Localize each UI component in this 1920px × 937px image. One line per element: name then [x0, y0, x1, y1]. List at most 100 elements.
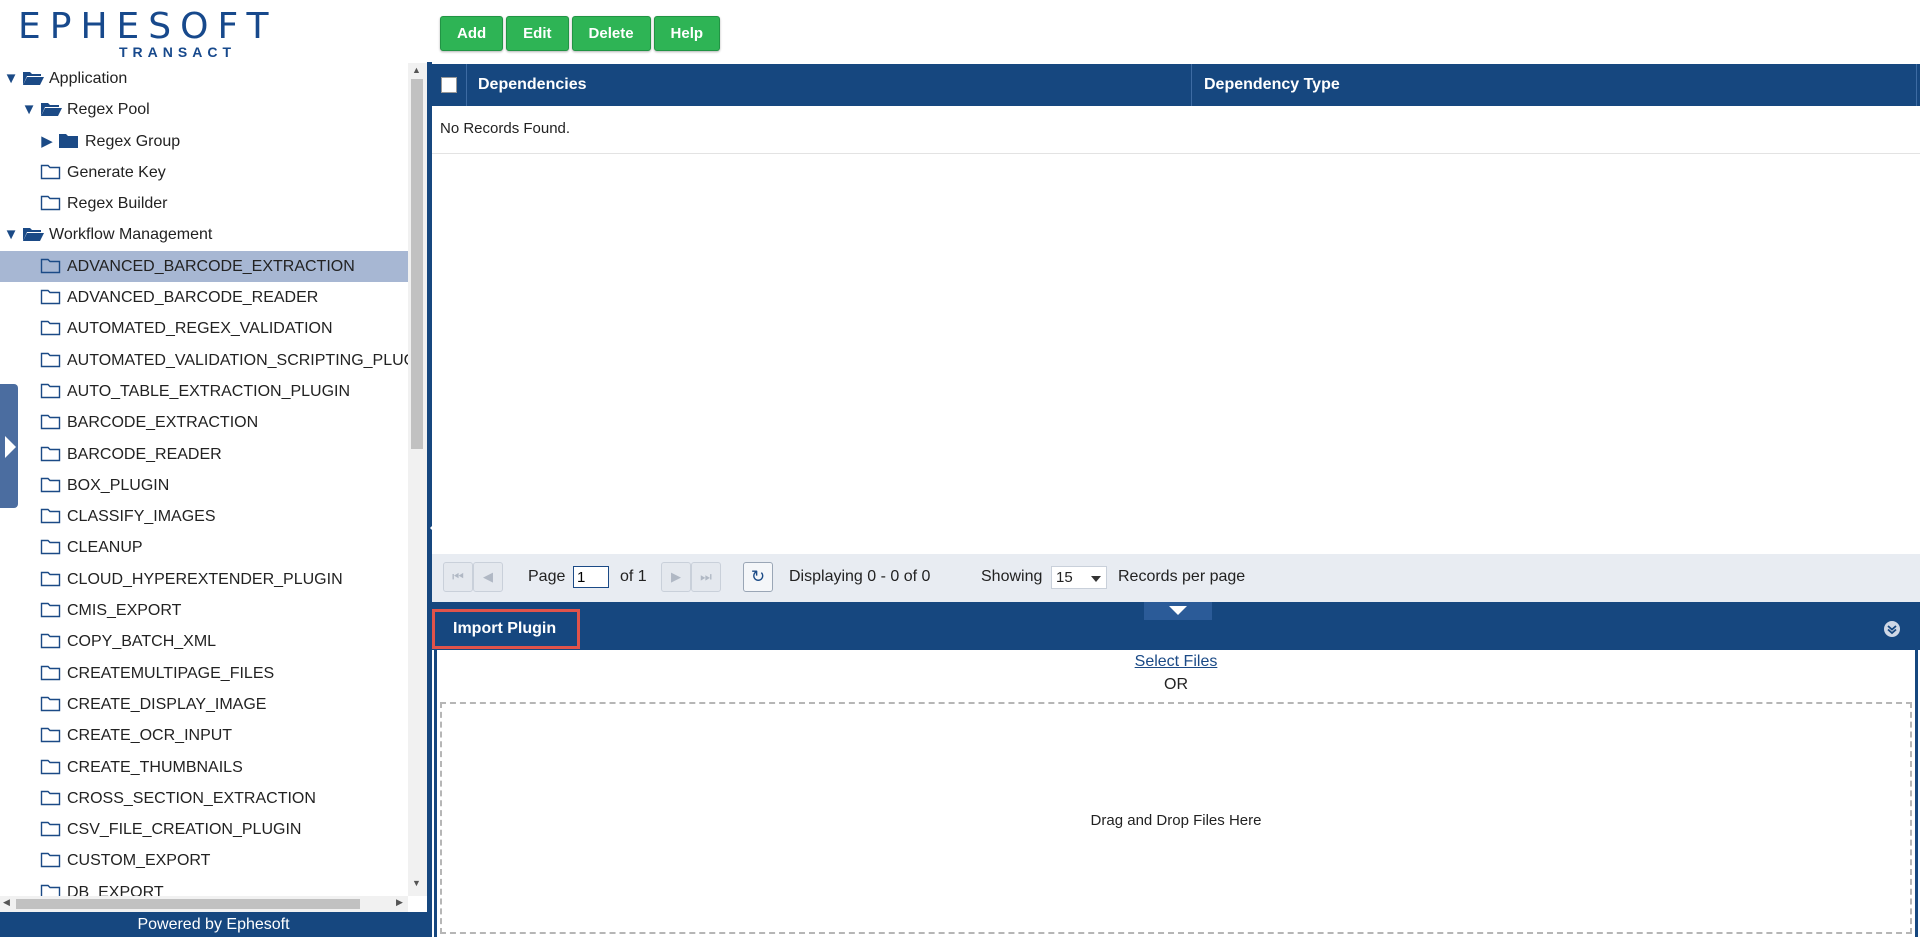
tree-item-label: Regex Group [85, 132, 181, 150]
folder-open-icon [22, 70, 44, 86]
horizontal-scroll-thumb[interactable] [16, 899, 360, 909]
column-resize-handle[interactable] [1191, 64, 1192, 106]
tree-item[interactable]: CUSTOM_EXPORT [0, 845, 408, 876]
dropdown-caret-icon [1091, 576, 1101, 582]
tree-item[interactable]: CREATE_DISPLAY_IMAGE [0, 689, 408, 720]
tree-item[interactable]: CLOUD_HYPEREXTENDER_PLUGIN [0, 564, 408, 595]
column-header-dependencies[interactable]: Dependencies [478, 76, 586, 94]
collapse-panel-icon[interactable] [1884, 621, 1900, 637]
tree-item[interactable]: ▶ Regex Group [0, 126, 408, 157]
records-per-page-select[interactable]: 15 [1051, 566, 1107, 589]
action-toolbar: Add Edit Delete Help [440, 16, 723, 52]
folder-outline-icon [40, 414, 62, 430]
tree-item[interactable]: AUTOMATED_REGEX_VALIDATION [0, 313, 408, 344]
tree-item[interactable]: AUTOMATED_VALIDATION_SCRIPTING_PLUGIN [0, 345, 408, 376]
tree-item-label: CLASSIFY_IMAGES [67, 508, 216, 526]
tree-item-label: CREATE_THUMBNAILS [67, 758, 243, 776]
tree-item-label: CMIS_EXPORT [67, 602, 182, 620]
triangle-down-icon[interactable]: ▼ [21, 94, 37, 125]
tree-item[interactable]: Regex Builder [0, 188, 408, 219]
navigation-tree: ▼ Application ▼ Regex Pool ▶ Regex Group Gener… [0, 63, 408, 896]
tree-item[interactable]: BARCODE_READER [0, 439, 408, 470]
tree-horizontal-scrollbar[interactable]: ◀ ▶ [0, 896, 408, 912]
next-page-button[interactable]: ▶ [661, 562, 691, 592]
triangle-down-icon[interactable]: ▼ [3, 219, 19, 250]
select-all-checkbox[interactable] [441, 77, 457, 93]
refresh-icon: ↻ [750, 567, 766, 586]
tree-item[interactable]: Generate Key [0, 157, 408, 188]
tree-item[interactable]: CMIS_EXPORT [0, 595, 408, 626]
tree-item[interactable]: ADVANCED_BARCODE_EXTRACTION [0, 250, 408, 283]
scroll-right-icon[interactable]: ▶ [396, 897, 403, 908]
prev-page-button[interactable]: ◀ [473, 562, 503, 592]
tree-item[interactable]: CLASSIFY_IMAGES [0, 501, 408, 532]
select-all-cell [432, 64, 467, 106]
triangle-down-icon [1169, 606, 1187, 615]
folder-open-icon [40, 101, 62, 117]
logo-sub: TRANSACT [119, 44, 236, 60]
tree-item-label: ADVANCED_BARCODE_READER [67, 289, 319, 307]
folder-outline-icon [40, 696, 62, 712]
tree-item[interactable]: CSV_FILE_CREATION_PLUGIN [0, 814, 408, 845]
help-button[interactable]: Help [653, 16, 721, 51]
tree-item[interactable]: CLEANUP [0, 532, 408, 563]
delete-button[interactable]: Delete [571, 16, 651, 51]
tree-item-label: CROSS_SECTION_EXTRACTION [67, 789, 316, 807]
records-per-page-label: Records per page [1118, 568, 1246, 585]
refresh-button[interactable]: ↻ [743, 562, 773, 592]
tree-item[interactable]: BARCODE_EXTRACTION [0, 407, 408, 438]
folder-outline-icon [40, 602, 62, 618]
last-page-icon: ⏭ [700, 569, 712, 584]
tree-vertical-scrollbar[interactable]: ▲ ▼ [408, 63, 427, 896]
edit-button[interactable]: Edit [506, 16, 569, 51]
last-page-button[interactable]: ⏭ [691, 562, 721, 592]
tree-item-label: CLOUD_HYPEREXTENDER_PLUGIN [67, 570, 343, 588]
tree-item[interactable]: CREATE_OCR_INPUT [0, 720, 408, 751]
next-page-icon: ▶ [671, 569, 681, 584]
vertical-scroll-thumb[interactable] [411, 79, 423, 449]
side-expand-handle[interactable] [0, 384, 18, 508]
tree-item[interactable]: ▼ Regex Pool [0, 94, 408, 125]
tree-item-label: Workflow Management [49, 226, 213, 244]
tree-item-label: CLEANUP [67, 539, 143, 557]
tree-item[interactable]: CREATEMULTIPAGE_FILES [0, 658, 408, 689]
tree-item[interactable]: ▼ Application [0, 63, 408, 94]
first-page-button[interactable]: ⏮ [443, 562, 473, 592]
file-drop-zone[interactable]: Drag and Drop Files Here [440, 702, 1912, 934]
folder-outline-icon [40, 759, 62, 775]
scroll-down-icon[interactable]: ▼ [412, 878, 421, 888]
tree-item-label: CREATEMULTIPAGE_FILES [67, 664, 275, 682]
page-number-input[interactable] [573, 566, 609, 588]
tree-item-label: COPY_BATCH_XML [67, 633, 217, 651]
scroll-left-icon[interactable]: ◀ [3, 897, 10, 908]
scroll-up-icon[interactable]: ▲ [412, 65, 421, 75]
triangle-down-icon[interactable]: ▼ [3, 63, 19, 94]
folder-outline-icon [40, 352, 62, 368]
tree-item[interactable]: ADVANCED_BARCODE_READER [0, 282, 408, 313]
column-resize-handle[interactable] [1916, 64, 1917, 106]
tree-item-label: Generate Key [67, 163, 166, 181]
folder-outline-icon [40, 320, 62, 336]
tree-item[interactable]: CREATE_THUMBNAILS [0, 752, 408, 783]
add-button[interactable]: Add [440, 16, 504, 51]
tree-item[interactable]: BOX_PLUGIN [0, 470, 408, 501]
tree-item-label: CUSTOM_EXPORT [67, 852, 211, 870]
tree-item[interactable]: AUTO_TABLE_EXTRACTION_PLUGIN [0, 376, 408, 407]
tree-item-label: Application [49, 70, 128, 87]
import-plugin-header: Import Plugin [432, 602, 1920, 650]
select-files-link[interactable]: Select Files [437, 653, 1915, 671]
tree-item[interactable]: CROSS_SECTION_EXTRACTION [0, 783, 408, 814]
column-header-dependency-type[interactable]: Dependency Type [1204, 76, 1340, 94]
panel-toggle-tab[interactable] [1144, 602, 1212, 620]
tree-item-label: CREATE_OCR_INPUT [67, 727, 233, 745]
tree-item[interactable]: DB_EXPORT [0, 877, 408, 896]
tree-item-label: Regex Builder [67, 195, 168, 213]
folder-outline-icon [40, 790, 62, 806]
tree-item[interactable]: ▼ Workflow Management [0, 219, 408, 250]
showing-label: Showing [981, 568, 1043, 585]
left-navigation-panel: EPHESOFT TRANSACT ▼ Application ▼ Regex Poo… [0, 0, 427, 937]
grid-header: Dependencies Dependency Type [432, 64, 1920, 106]
tree-item[interactable]: COPY_BATCH_XML [0, 626, 408, 657]
import-plugin-title[interactable]: Import Plugin [432, 609, 580, 649]
triangle-right-icon[interactable]: ▶ [39, 126, 55, 157]
